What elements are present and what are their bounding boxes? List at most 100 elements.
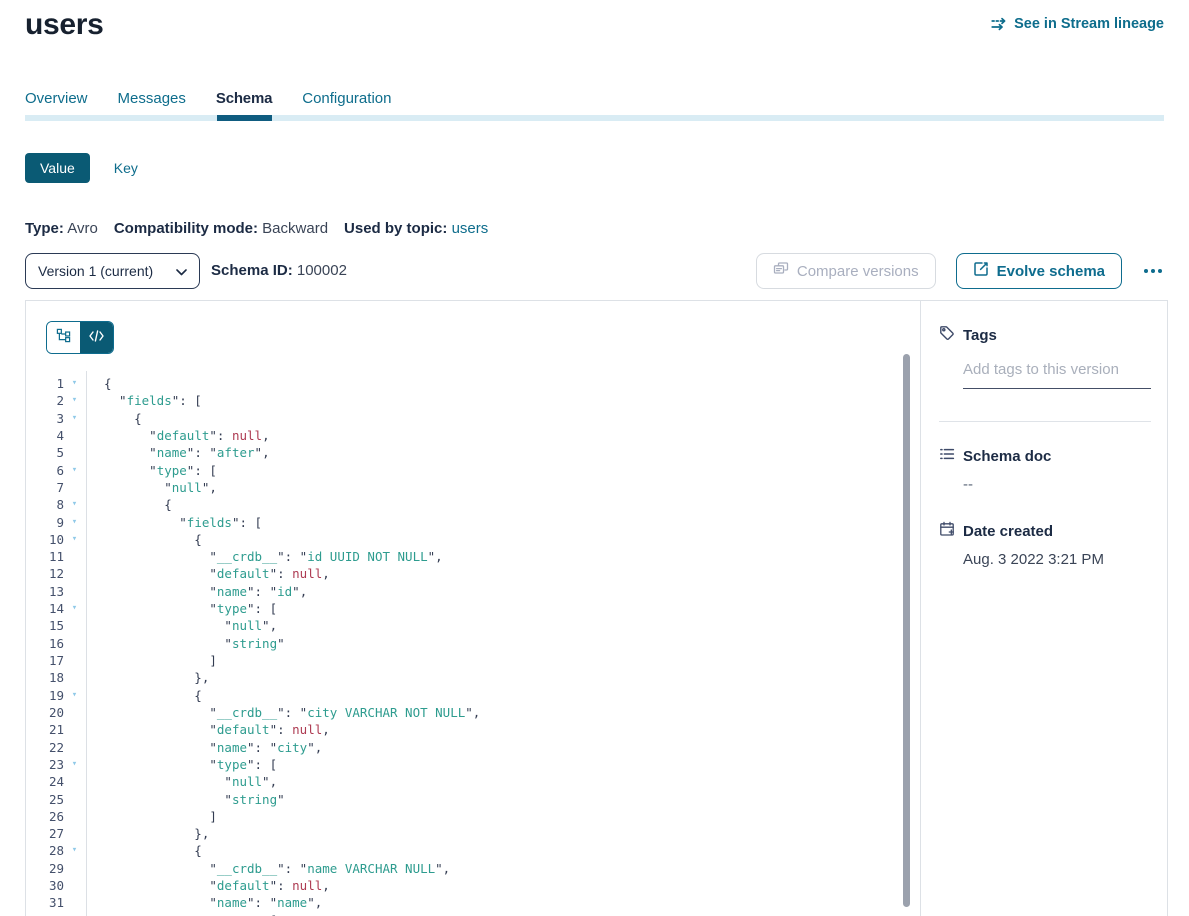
fold-spacer: [64, 652, 85, 669]
fold-spacer: [64, 427, 85, 444]
code-text: "__crdb__": "name VARCHAR NULL",: [85, 860, 450, 877]
line-number: 13: [26, 583, 64, 600]
tab-overview[interactable]: Overview: [25, 90, 88, 117]
line-number: 23: [26, 756, 64, 773]
code-line: 23▾ "type": [: [26, 756, 906, 773]
fold-toggle-icon[interactable]: ▾: [64, 410, 85, 427]
line-number: 10: [26, 531, 64, 548]
fold-spacer: [64, 444, 85, 461]
calendar-plus-icon: [939, 521, 955, 541]
code-line: 24 "null",: [26, 773, 906, 790]
line-number: 17: [26, 652, 64, 669]
code-line: 20 "__crdb__": "city VARCHAR NOT NULL",: [26, 704, 906, 721]
schema-id-label: Schema ID:: [211, 262, 293, 279]
fold-toggle-icon[interactable]: ▾: [64, 912, 85, 916]
code-line: 10▾ {: [26, 531, 906, 548]
code-text: {: [85, 842, 202, 859]
code-line: 4 "default": null,: [26, 427, 906, 444]
fold-toggle-icon[interactable]: ▾: [64, 842, 85, 859]
line-number: 20: [26, 704, 64, 721]
compare-versions-button[interactable]: Compare versions: [756, 253, 936, 289]
type-label: Type:: [25, 220, 64, 237]
code-text: },: [85, 669, 209, 686]
code-text: "name": "id",: [85, 583, 307, 600]
fold-toggle-icon[interactable]: ▾: [64, 687, 85, 704]
date-created-value: Aug. 3 2022 3:21 PM: [963, 551, 1151, 568]
fold-toggle-icon[interactable]: ▾: [64, 600, 85, 617]
code-view-button[interactable]: [80, 322, 113, 353]
compare-copies-icon: [773, 261, 789, 281]
tree-view-button[interactable]: [47, 322, 80, 353]
schema-sidebar: Tags Schema doc -- Date created Aug: [920, 301, 1167, 916]
code-line: 32▾ "type": [: [26, 912, 906, 916]
version-select-value: Version 1 (current): [38, 263, 176, 279]
line-number: 14: [26, 600, 64, 617]
line-number: 12: [26, 565, 64, 582]
line-number: 4: [26, 427, 64, 444]
tab-configuration[interactable]: Configuration: [302, 90, 391, 117]
fold-toggle-icon[interactable]: ▾: [64, 392, 85, 409]
code-text: {: [85, 375, 112, 392]
code-line: 21 "default": null,: [26, 721, 906, 738]
fold-toggle-icon[interactable]: ▾: [64, 514, 85, 531]
fold-spacer: [64, 617, 85, 634]
key-toggle-button[interactable]: Key: [114, 160, 138, 176]
fold-toggle-icon[interactable]: ▾: [64, 531, 85, 548]
stream-lineage-icon: [991, 16, 1007, 32]
compatibility-label: Compatibility mode:: [114, 220, 258, 237]
code-text: ]: [85, 808, 217, 825]
tree-view-icon: [56, 328, 71, 348]
compare-versions-label: Compare versions: [797, 263, 919, 280]
evolve-schema-label: Evolve schema: [997, 263, 1105, 280]
code-text: "default": null,: [85, 565, 330, 582]
type-value: Avro: [67, 220, 98, 237]
code-text: "__crdb__": "id UUID NOT NULL",: [85, 548, 443, 565]
tab-schema[interactable]: Schema: [216, 90, 272, 117]
line-number: 21: [26, 721, 64, 738]
version-select[interactable]: Version 1 (current): [25, 253, 200, 289]
edit-square-icon: [973, 261, 989, 281]
see-in-stream-lineage-link[interactable]: See in Stream lineage: [991, 16, 1164, 32]
code-line: 30 "default": null,: [26, 877, 906, 894]
code-line: 1▾{: [26, 375, 906, 392]
code-line: 5 "name": "after",: [26, 444, 906, 461]
line-number: 3: [26, 410, 64, 427]
fold-spacer: [64, 721, 85, 738]
schema-doc-value: --: [963, 476, 1151, 493]
line-number: 11: [26, 548, 64, 565]
tag-icon: [939, 325, 955, 345]
fold-spacer: [64, 894, 85, 911]
code-line: 16 "string": [26, 635, 906, 652]
list-icon: [939, 446, 955, 466]
ellipsis-icon: [1144, 269, 1162, 273]
code-text: ]: [85, 652, 217, 669]
evolve-schema-button[interactable]: Evolve schema: [956, 253, 1122, 289]
code-line: 22 "name": "city",: [26, 739, 906, 756]
vertical-scrollbar-thumb[interactable]: [903, 354, 910, 907]
code-text: {: [85, 410, 142, 427]
value-toggle-button[interactable]: Value: [25, 153, 90, 183]
code-line: 28▾ {: [26, 842, 906, 859]
tags-input[interactable]: [963, 361, 1151, 389]
fold-spacer: [64, 877, 85, 894]
line-number: 30: [26, 877, 64, 894]
fold-spacer: [64, 773, 85, 790]
line-number: 25: [26, 791, 64, 808]
code-text: {: [85, 531, 202, 548]
fold-toggle-icon[interactable]: ▾: [64, 462, 85, 479]
tab-messages[interactable]: Messages: [118, 90, 186, 117]
fold-toggle-icon[interactable]: ▾: [64, 375, 85, 392]
more-options-button[interactable]: [1142, 265, 1164, 277]
line-number: 32: [26, 912, 64, 916]
line-number: 16: [26, 635, 64, 652]
fold-toggle-icon[interactable]: ▾: [64, 756, 85, 773]
active-tab-indicator: [217, 115, 272, 121]
fold-toggle-icon[interactable]: ▾: [64, 496, 85, 513]
date-created-section-title: Date created: [963, 523, 1053, 540]
page-header: users See in Stream lineage: [25, 0, 1164, 60]
schema-code-pane: 1▾{2▾ "fields": [3▾ {4 "default": null,5…: [26, 301, 920, 916]
code-line: 3▾ {: [26, 410, 906, 427]
fold-spacer: [64, 583, 85, 600]
topic-link[interactable]: users: [452, 220, 489, 237]
line-number: 2: [26, 392, 64, 409]
